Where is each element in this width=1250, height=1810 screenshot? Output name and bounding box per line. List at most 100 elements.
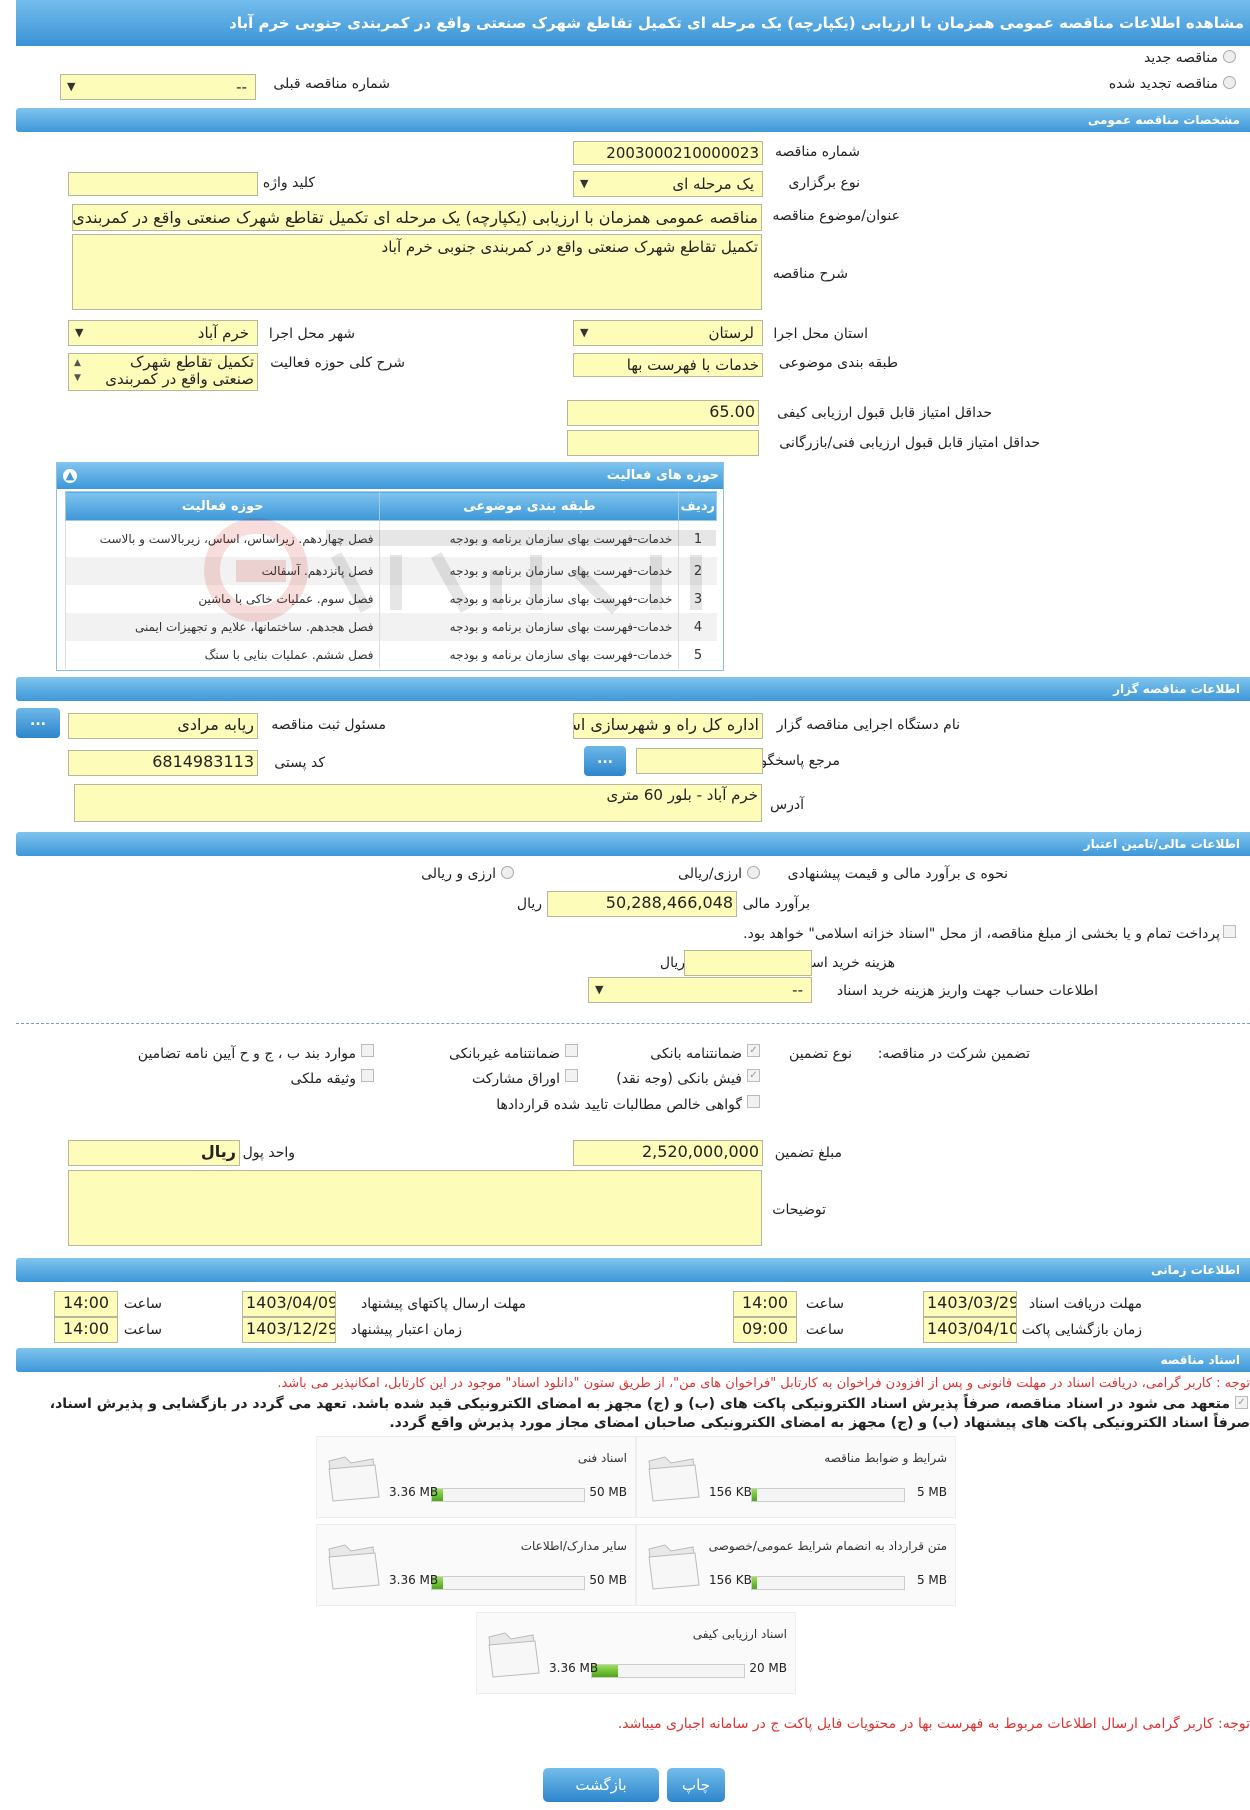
doc-deadline-date[interactable]: 1403/03/29 [923,1291,1017,1317]
validity-label: زمان اعتبار پیشنهاد [350,1322,462,1338]
description-field[interactable]: تکمیل تقاطع شهرک صنعتی واقع در کمربندی ج… [72,234,762,310]
validity-date[interactable]: 1403/12/29 [242,1317,336,1343]
subject-field[interactable]: مناقصه عمومی همزمان با ارزیابی (یکپارچه)… [72,204,762,231]
holding-type-select[interactable]: یک مرحله ای ▼ [573,171,763,197]
progress-fill [752,1489,757,1501]
treasury-text: پرداخت تمام و یا بخشی از مبلغ مناقصه، از… [743,926,1238,942]
file-title: شرایط و ضوابط مناقصه [824,1451,947,1465]
doc-deadline-time[interactable]: 14:00 [733,1291,797,1317]
estimate-method-label: نحوه ی برآورد مالی و قیمت پیشنهادی [787,866,1008,882]
activities-title: حوزه های فعالیت [606,468,719,483]
reference-lookup-button[interactable]: ... [584,746,626,776]
row-category: خدمات-فهرست بهای سازمان برنامه و بودجه [379,520,679,557]
progress-fill [752,1577,757,1589]
commitment-line-2: صرفاً اسناد الکترونیکی پاکت های پیشنهاد … [389,1415,1250,1431]
estimate-field[interactable]: 50,288,466,048 [547,891,737,917]
previous-number-value: -- [236,78,247,96]
row-category: خدمات-فهرست بهای سازمان برنامه و بودجه [379,557,679,585]
commitment-checkbox[interactable]: ✓ [1235,1396,1248,1409]
bank-guarantee-checkbox[interactable]: ✓ [747,1044,760,1057]
divider [16,1023,1250,1024]
responsible-lookup-button[interactable]: ... [16,708,60,738]
guarantee-label: تضمین شرکت در مناقصه: [877,1046,1030,1062]
file-card[interactable]: شرایط و ضوابط مناقصه 5 MB 156 KB [636,1436,956,1518]
file-max-size: 20 MB [749,1661,787,1675]
province-select[interactable]: لرستان ▼ [573,320,763,346]
back-button[interactable]: بازگشت [543,1768,659,1802]
section-general: مشخصات مناقصه عمومی [16,108,1250,132]
guarantee-amount-field[interactable]: 2,520,000,000 [573,1140,763,1166]
cheque-checkbox[interactable]: ✓ [747,1069,760,1082]
row-number: 4 [678,613,717,641]
chevron-down-icon: ▼ [75,326,84,339]
previous-number-select[interactable]: -- ▼ [60,74,256,100]
row-number: 1 [678,520,717,557]
address-field[interactable]: خرم آباد - بلور 60 متری [74,784,762,822]
folder-icon [648,1544,700,1590]
row-number: 2 [678,557,717,585]
chevron-down-icon: ▼ [580,326,589,339]
property-checkbox[interactable] [361,1069,374,1082]
account-info-select[interactable]: -- ▼ [588,977,812,1003]
reference-field[interactable] [636,748,763,774]
validity-time[interactable]: 14:00 [54,1317,118,1343]
collapse-icon[interactable]: ▲ [63,469,77,483]
receivables-checkbox[interactable] [747,1095,760,1108]
articles-checkbox[interactable] [361,1044,374,1057]
table-row: 4 خدمات-فهرست بهای سازمان برنامه و بودجه… [64,613,717,641]
organization-label: نام دستگاه اجرایی مناقصه گزار [776,717,960,733]
folder-icon [488,1632,540,1678]
section-finance: اطلاعات مالی/تامین اعتبار [16,832,1250,856]
file-card[interactable]: متن قرارداد به انضمام شرایط عمومی/خصوصی … [636,1524,956,1606]
file-max-size: 50 MB [589,1573,627,1587]
organization-field[interactable]: اداره کل راه و شهرسازی استان لرستان [573,713,763,739]
file-card[interactable]: سایر مدارک/اطلاعات 50 MB 3.36 MB [316,1524,636,1606]
file-card[interactable]: اسناد ارزیابی کیفی 20 MB 3.36 MB [476,1612,796,1694]
price-list-notice: توجه: کاربر گرامی ارسال اطلاعات مربوط به… [617,1716,1250,1732]
nonbank-guarantee-checkbox[interactable] [565,1044,578,1057]
min-tech-score-field[interactable] [567,430,759,456]
document-fee-field[interactable] [684,950,812,976]
opening-time[interactable]: 09:00 [733,1317,797,1343]
upload-progress-bar [751,1576,905,1590]
renewed-tender-radio[interactable] [1223,76,1236,89]
table-row: 5 خدمات-فهرست بهای سازمان برنامه و بودجه… [64,641,717,669]
opening-date[interactable]: 1403/04/10 [923,1317,1017,1343]
keyword-field[interactable] [68,172,258,196]
submit-deadline-time[interactable]: 14:00 [54,1291,118,1317]
rial-option-label: ارزی/ریالی [678,866,742,882]
account-info-label: اطلاعات حساب جهت واریز هزینه خرید اسناد [836,983,1098,999]
city-label: شهر محل اجرا [268,326,355,342]
notes-field[interactable] [68,1170,762,1246]
file-size: 3.36 MB [549,1661,599,1675]
bonds-checkbox[interactable] [565,1069,578,1082]
file-max-size: 50 MB [589,1485,627,1499]
rial-radio[interactable] [747,866,760,879]
province-label: استان محل اجرا [773,326,868,342]
category-field[interactable]: خدمات با فهرست بها [573,353,763,377]
doc-deadline-label: مهلت دریافت اسناد [1028,1296,1142,1312]
submit-deadline-date[interactable]: 1403/04/09 [242,1291,336,1317]
time-label: ساعت [805,1322,844,1338]
tender-number-field[interactable]: 2003000210000023 [573,141,763,165]
estimate-unit: ریال [516,896,542,912]
row-activity: فصل سوم. عملیات خاکی با ماشین [64,585,380,613]
currency-field[interactable]: ریال [68,1140,240,1166]
min-quality-score-label: حداقل امتیاز قابل قبول ارزیابی کیفی [777,405,992,421]
scroll-arrows-icon[interactable]: ▲ ▼ [74,356,81,386]
file-size: 156 KB [709,1485,752,1499]
col-row: ردیف [678,491,717,521]
city-select[interactable]: خرم آباد ▼ [68,320,258,346]
print-button[interactable]: چاپ [667,1768,725,1802]
description-label: شرح مناقصه [772,266,848,282]
file-card[interactable]: اسناد فنی 50 MB 3.36 MB [316,1436,636,1518]
section-documents: اسناد مناقصه [16,1348,1250,1372]
min-quality-score-field[interactable]: 65.00 [567,400,759,426]
notes-label: توضیحات [772,1202,826,1218]
postal-code-field[interactable]: 6814983113 [68,750,258,776]
responsible-field[interactable]: ریابه مرادی [68,713,258,739]
currency-and-rial-radio[interactable] [501,866,514,879]
activity-summary-field[interactable]: تکمیل تقاطع شهرک صنعتی واقع در کمربندی [68,353,258,391]
row-category: خدمات-فهرست بهای سازمان برنامه و بودجه [379,613,679,641]
new-tender-radio[interactable] [1223,50,1236,63]
